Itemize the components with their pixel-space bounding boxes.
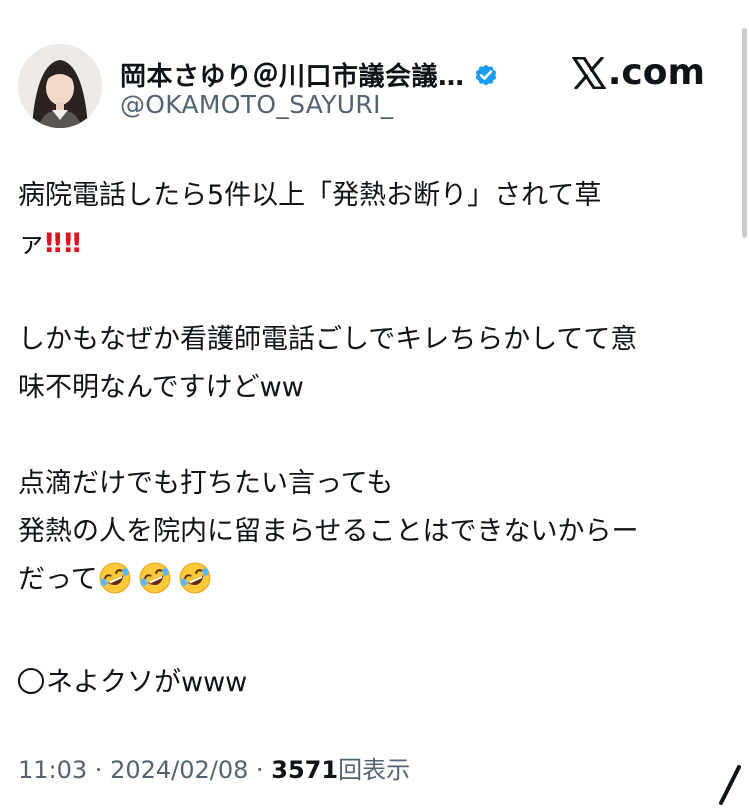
tweet-date[interactable]: 2024/02/08 xyxy=(110,756,248,784)
views-label: 回表示 xyxy=(338,756,411,784)
tweet-line: ネよクソがwww xyxy=(18,659,718,707)
rolling-on-floor-laughing-emoji xyxy=(98,561,132,611)
circle-mark xyxy=(18,668,44,694)
brand-domain: .com xyxy=(607,52,705,93)
tweet-line-text: ネよクソがwww xyxy=(46,667,248,698)
tweet-meta: 11:03 · 2024/02/08 · 3571回表示 xyxy=(18,750,410,785)
views-count: 3571 xyxy=(271,756,339,784)
tweet-header: 岡本さゆり＠川口市議会議… @OKAMOTO_SAYURI_ .com xyxy=(0,0,749,140)
tweet-line: 味不明なんですけどww xyxy=(18,372,304,403)
rolling-on-floor-laughing-emoji xyxy=(178,561,212,611)
tweet-time[interactable]: 11:03 xyxy=(18,756,87,784)
meta-separator: · xyxy=(248,756,272,784)
author-name-row[interactable]: 岡本さゆり＠川口市議会議… xyxy=(120,56,499,93)
verified-badge-icon xyxy=(473,62,499,88)
author-handle[interactable]: @OKAMOTO_SAYURI_ xyxy=(120,90,394,119)
scrollbar[interactable] xyxy=(742,28,747,238)
double-exclamation-emoji: ‼ xyxy=(45,228,62,259)
avatar[interactable] xyxy=(18,44,102,128)
tweet-line: 病院電話したら5件以上「発熱お断り」されて草 xyxy=(18,180,602,211)
x-com-brand: .com xyxy=(571,52,705,93)
tweet-line: しかもなぜか看護師電話ごしでキレちらかしてて意 xyxy=(18,324,638,355)
tweet-line: 点滴だけでも打ちたい言っても xyxy=(18,468,394,499)
tweet-line-text: ァ xyxy=(18,228,45,259)
meta-separator: · xyxy=(87,756,111,784)
rolling-on-floor-laughing-emoji xyxy=(138,561,172,611)
tweet-line-text: だって xyxy=(18,564,98,595)
tweet-text: 病院電話したら5件以上「発熱お断り」されて草 ァ‼ ‼ しかもなぜか看護師電話ごし… xyxy=(18,172,718,707)
double-exclamation-emoji: ‼ xyxy=(63,228,81,259)
tweet-line: ァ‼ ‼ xyxy=(18,220,718,268)
avatar-photo xyxy=(18,44,102,128)
tweet-line: だって xyxy=(18,556,718,611)
author-display-name[interactable]: 岡本さゆり＠川口市議会議… xyxy=(120,56,465,93)
corner-stroke-mark xyxy=(715,763,745,811)
x-logo-icon xyxy=(571,56,606,89)
tweet-line: 発熱の人を院内に留まらせることはできないからー xyxy=(18,516,639,547)
